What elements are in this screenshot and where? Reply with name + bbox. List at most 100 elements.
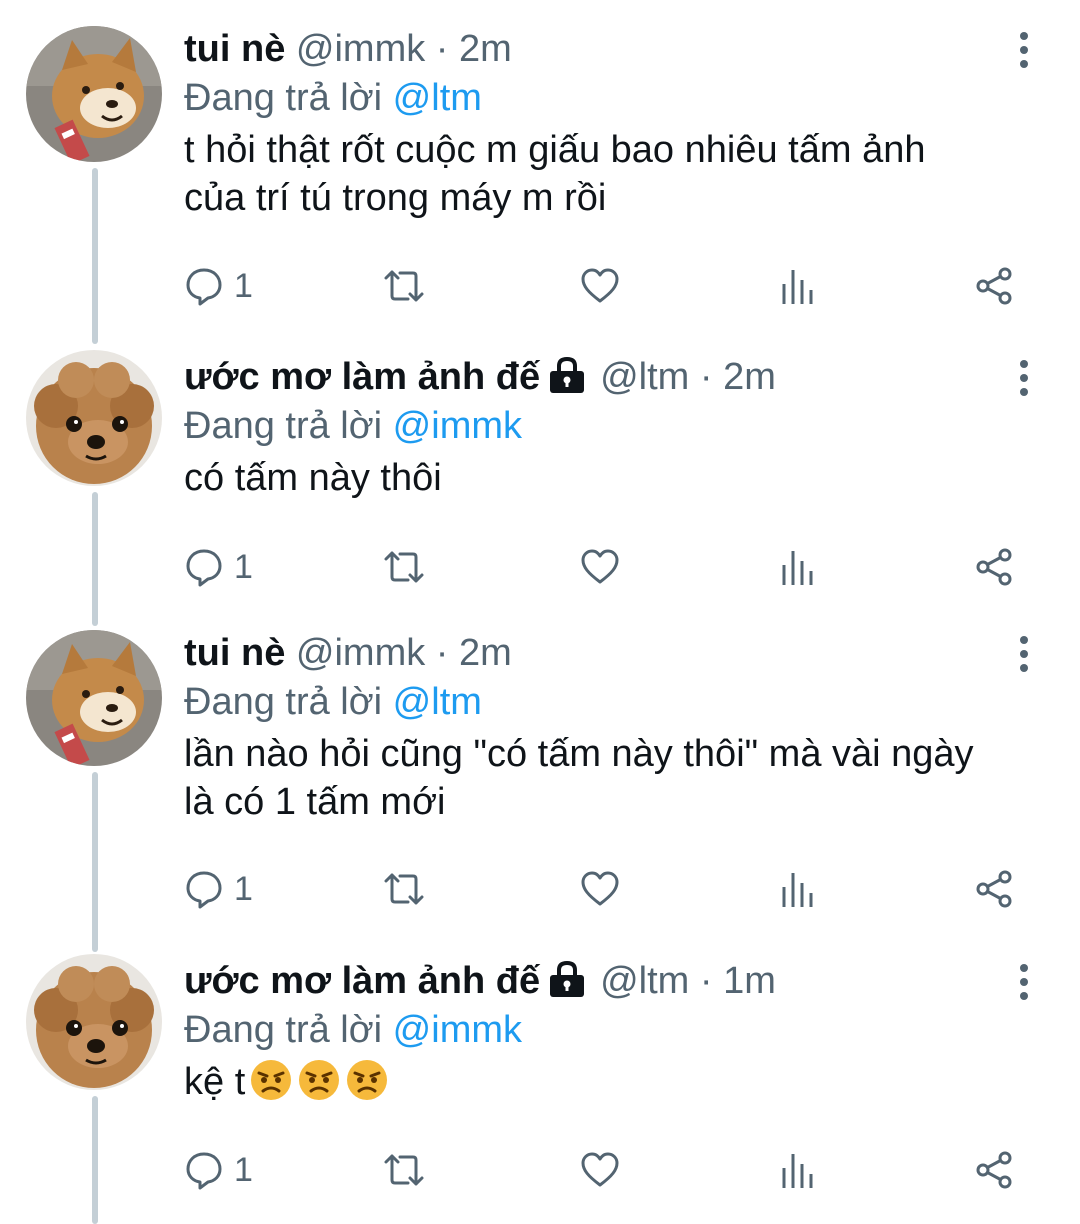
- analytics-icon: [782, 873, 813, 907]
- display-name[interactable]: ước mơ làm ảnh đế: [184, 356, 540, 398]
- lock-icon: [548, 960, 586, 1010]
- heart-icon: [581, 549, 619, 584]
- poodle-avatar-image: [26, 954, 162, 1090]
- mention-link[interactable]: @immk: [393, 1009, 522, 1051]
- replying-to-label: Đang trả lời: [184, 405, 383, 447]
- retweet-icon: [384, 873, 424, 905]
- username-handle[interactable]: @immk: [296, 632, 425, 674]
- retweet-button[interactable]: [380, 262, 428, 310]
- lock-icon: [548, 356, 586, 406]
- thread-line: [92, 492, 98, 626]
- tweet-header: ước mơ làm ảnh đế @ltm · 2m: [184, 352, 1020, 402]
- reply-count: 1: [234, 1150, 253, 1189]
- mention-link[interactable]: @ltm: [393, 77, 482, 119]
- shiba-avatar-image: [26, 630, 162, 766]
- thread-line: [92, 168, 98, 344]
- share-button[interactable]: [974, 1146, 1014, 1194]
- reply-button[interactable]: 1: [184, 1146, 253, 1194]
- reply-count: 1: [234, 266, 253, 305]
- separator: ·: [435, 28, 449, 70]
- username-handle[interactable]: @ltm: [600, 960, 689, 1002]
- replying-to: Đang trả lời @immk: [184, 1006, 1020, 1054]
- share-icon: [976, 870, 1012, 908]
- poodle-avatar-image: [26, 350, 162, 486]
- tweet-text: lần nào hỏi cũng "có tấm này thôi" mà và…: [184, 733, 974, 823]
- display-name[interactable]: tui nè: [184, 28, 285, 70]
- like-button[interactable]: [580, 543, 620, 591]
- replying-to: Đang trả lời @ltm: [184, 74, 1020, 122]
- tweet-actions: 1: [184, 1146, 1034, 1194]
- reply-button[interactable]: 1: [184, 865, 253, 913]
- comment-icon: [186, 871, 222, 909]
- angry-face-emoji: [249, 1058, 293, 1114]
- retweet-button[interactable]: [380, 1146, 428, 1194]
- replying-to-label: Đang trả lời: [184, 77, 383, 119]
- like-button[interactable]: [580, 262, 620, 310]
- tweet-header: tui nè @immk · 2m: [184, 24, 1020, 74]
- tweet-actions: 1: [184, 543, 1034, 591]
- separator: ·: [699, 960, 713, 1002]
- share-icon: [976, 548, 1012, 586]
- timestamp[interactable]: 1m: [723, 960, 776, 1002]
- reply-count: 1: [234, 547, 253, 586]
- tweet-actions: 1: [184, 865, 1034, 913]
- replying-to-label: Đang trả lời: [184, 1009, 383, 1051]
- tweet-text: kệ t: [184, 1058, 1020, 1114]
- share-icon: [976, 267, 1012, 305]
- reply-button[interactable]: 1: [184, 543, 253, 591]
- retweet-button[interactable]: [380, 865, 428, 913]
- timestamp[interactable]: 2m: [459, 28, 512, 70]
- mention-link[interactable]: @immk: [393, 405, 522, 447]
- separator: ·: [699, 356, 713, 398]
- angry-face-emoji: [345, 1058, 389, 1114]
- shiba-avatar-image: [26, 26, 162, 162]
- more-vertical-icon[interactable]: [1014, 30, 1034, 70]
- username-handle[interactable]: @immk: [296, 28, 425, 70]
- analytics-button[interactable]: [778, 1146, 818, 1194]
- analytics-icon: [782, 551, 813, 585]
- display-name[interactable]: tui nè: [184, 632, 285, 674]
- analytics-button[interactable]: [778, 262, 818, 310]
- retweet-icon: [384, 270, 424, 302]
- timestamp[interactable]: 2m: [459, 632, 512, 674]
- avatar[interactable]: [26, 630, 162, 766]
- retweet-button[interactable]: [380, 543, 428, 591]
- avatar[interactable]: [26, 954, 162, 1090]
- analytics-icon: [782, 1154, 813, 1188]
- like-button[interactable]: [580, 865, 620, 913]
- heart-icon: [581, 871, 619, 906]
- like-button[interactable]: [580, 1146, 620, 1194]
- angry-face-emoji: [297, 1058, 341, 1114]
- tweet-actions: 1: [184, 262, 1034, 310]
- heart-icon: [581, 1152, 619, 1187]
- share-button[interactable]: [974, 865, 1014, 913]
- analytics-icon: [782, 270, 813, 304]
- replying-to: Đang trả lời @ltm: [184, 678, 1020, 726]
- retweet-icon: [384, 1154, 424, 1186]
- avatar[interactable]: [26, 350, 162, 486]
- username-handle[interactable]: @ltm: [600, 356, 689, 398]
- tweet-header: tui nè @immk · 2m: [184, 628, 1020, 678]
- share-button[interactable]: [974, 262, 1014, 310]
- analytics-button[interactable]: [778, 543, 818, 591]
- retweet-icon: [384, 551, 424, 583]
- analytics-button[interactable]: [778, 865, 818, 913]
- tweet-text-content: kệ t: [184, 1061, 246, 1103]
- mention-link[interactable]: @ltm: [393, 681, 482, 723]
- comment-icon: [186, 1152, 222, 1190]
- more-vertical-icon[interactable]: [1014, 634, 1034, 674]
- avatar[interactable]: [26, 26, 162, 162]
- replying-to: Đang trả lời @immk: [184, 402, 1020, 450]
- display-name[interactable]: ước mơ làm ảnh đế: [184, 960, 540, 1002]
- replying-to-label: Đang trả lời: [184, 681, 383, 723]
- separator: ·: [435, 632, 449, 674]
- timestamp[interactable]: 2m: [723, 356, 776, 398]
- tweet-header: ước mơ làm ảnh đế @ltm · 1m: [184, 956, 1020, 1006]
- share-button[interactable]: [974, 543, 1014, 591]
- reply-count: 1: [234, 869, 253, 908]
- comment-icon: [186, 268, 222, 306]
- more-vertical-icon[interactable]: [1014, 962, 1034, 1002]
- more-vertical-icon[interactable]: [1014, 358, 1034, 398]
- reply-button[interactable]: 1: [184, 262, 253, 310]
- tweet-text: có tấm này thôi: [184, 457, 442, 499]
